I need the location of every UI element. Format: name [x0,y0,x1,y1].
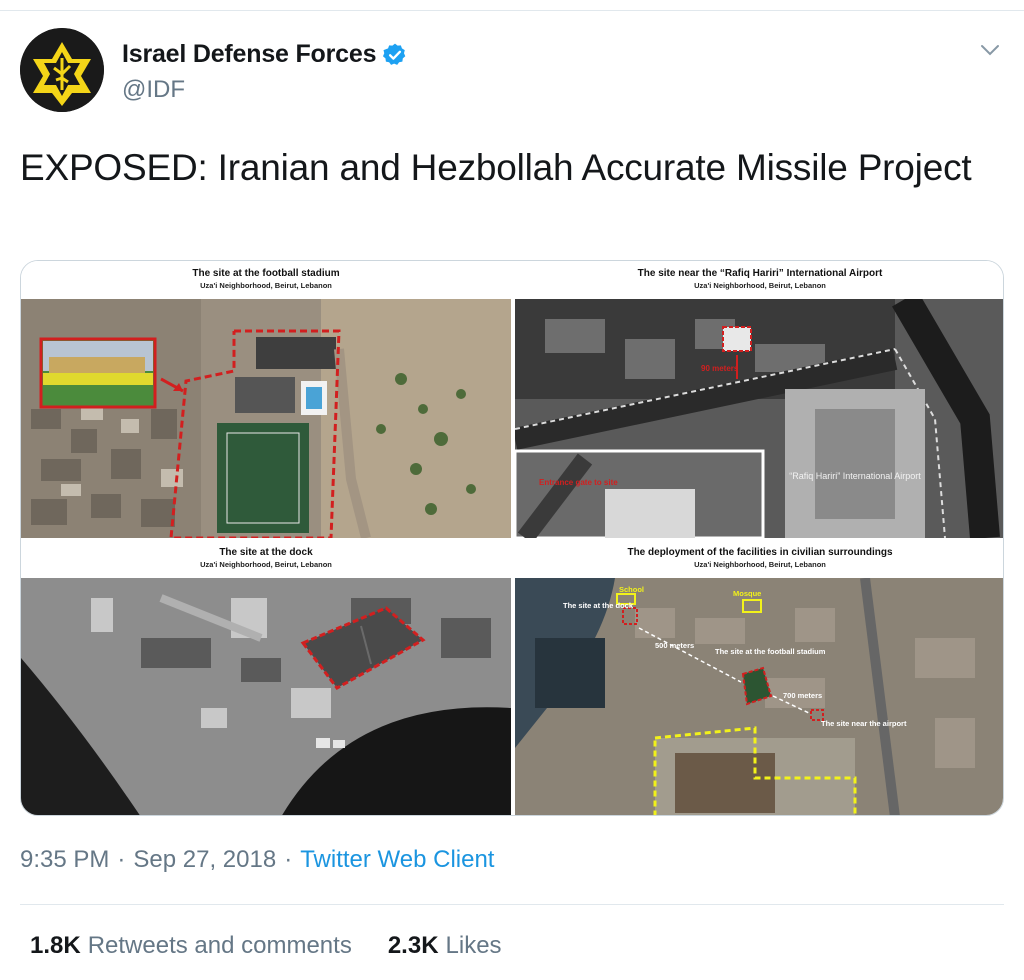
user-handle[interactable]: @IDF [122,76,185,104]
media-panel-airport[interactable]: The site near the “Rafiq Hariri” Interna… [515,261,1003,538]
dock-label: The site at the dock [563,601,634,610]
idf-emblem-icon [20,28,104,112]
top-divider [0,10,1024,11]
satellite-image-dock [21,578,511,815]
media-panel-stadium[interactable]: The site at the football stadium Uza'i N… [21,261,511,538]
airport-label: “Rafiq Hariri” International Airport [789,471,921,481]
tweet-stats: 1.8K Retweets and comments 2.3K Likes [30,932,502,960]
distance-label: 90 meters [701,364,739,373]
tweet-media-grid[interactable]: The site at the football stadium Uza'i N… [20,260,1004,816]
avatar[interactable] [20,28,104,112]
display-name[interactable]: Israel Defense Forces [122,40,376,69]
likes-stat[interactable]: 2.3K Likes [388,932,502,960]
panel-caption: The site near the “Rafiq Hariri” Interna… [515,261,1003,299]
panel-title: The site at the football stadium [192,268,340,279]
distance-700-label: 700 meters [783,691,822,700]
panel-caption: The deployment of the facilities in civi… [515,540,1003,578]
chevron-down-icon[interactable] [976,36,1004,64]
school-label: School [619,585,644,594]
media-panel-overview[interactable]: The deployment of the facilities in civi… [515,540,1003,815]
satellite-image-airport: “Rafiq Hariri” International Airport 90 … [515,299,1003,538]
airport-site-label: The site near the airport [821,719,907,728]
likes-label: Likes [445,932,502,959]
mosque-label: Mosque [733,589,761,598]
panel-title: The site at the dock [219,547,313,558]
source-link[interactable]: Twitter Web Client [300,846,494,874]
tweet-text: EXPOSED: Iranian and Hezbollah Accurate … [20,147,972,188]
tweet-header: Israel Defense Forces @IDF [20,28,1004,114]
satellite-image-overview: School Mosque The site at the dock The s… [515,578,1003,815]
retweets-stat[interactable]: 1.8K Retweets and comments [30,932,352,960]
tweet-meta: 9:35 PM · Sep 27, 2018 · Twitter Web Cli… [20,846,494,874]
retweets-label: Retweets and comments [87,932,352,959]
panel-title: The site near the “Rafiq Hariri” Interna… [637,268,883,279]
panel-subtitle: Uza'i Neighborhood, Beirut, Lebanon [694,560,826,569]
meta-separator: · [117,846,126,873]
distance-500-label: 500 meters [655,641,694,650]
verified-badge-icon [383,43,406,65]
panel-caption: The site at the dock Uza'i Neighborhood,… [21,540,511,578]
name-row: Israel Defense Forces [122,40,408,69]
panel-title: The deployment of the facilities in civi… [627,547,893,558]
panel-subtitle: Uza'i Neighborhood, Beirut, Lebanon [694,281,826,290]
panel-subtitle: Uza'i Neighborhood, Beirut, Lebanon [200,281,332,290]
likes-count: 2.3K [387,932,439,959]
tweet-time[interactable]: 9:35 PM [20,846,109,874]
stadium-label: The site at the football stadium [715,647,826,656]
stats-divider [20,904,1004,905]
tweet-date[interactable]: Sep 27, 2018 [133,846,276,874]
satellite-image-stadium [21,299,511,538]
panel-subtitle: Uza'i Neighborhood, Beirut, Lebanon [200,560,332,569]
meta-separator: · [284,846,293,873]
retweets-count: 1.8K [30,932,81,959]
panel-caption: The site at the football stadium Uza'i N… [21,261,511,299]
gate-label: Entrance gate to site [539,478,618,487]
media-panel-dock[interactable]: The site at the dock Uza'i Neighborhood,… [21,540,511,815]
